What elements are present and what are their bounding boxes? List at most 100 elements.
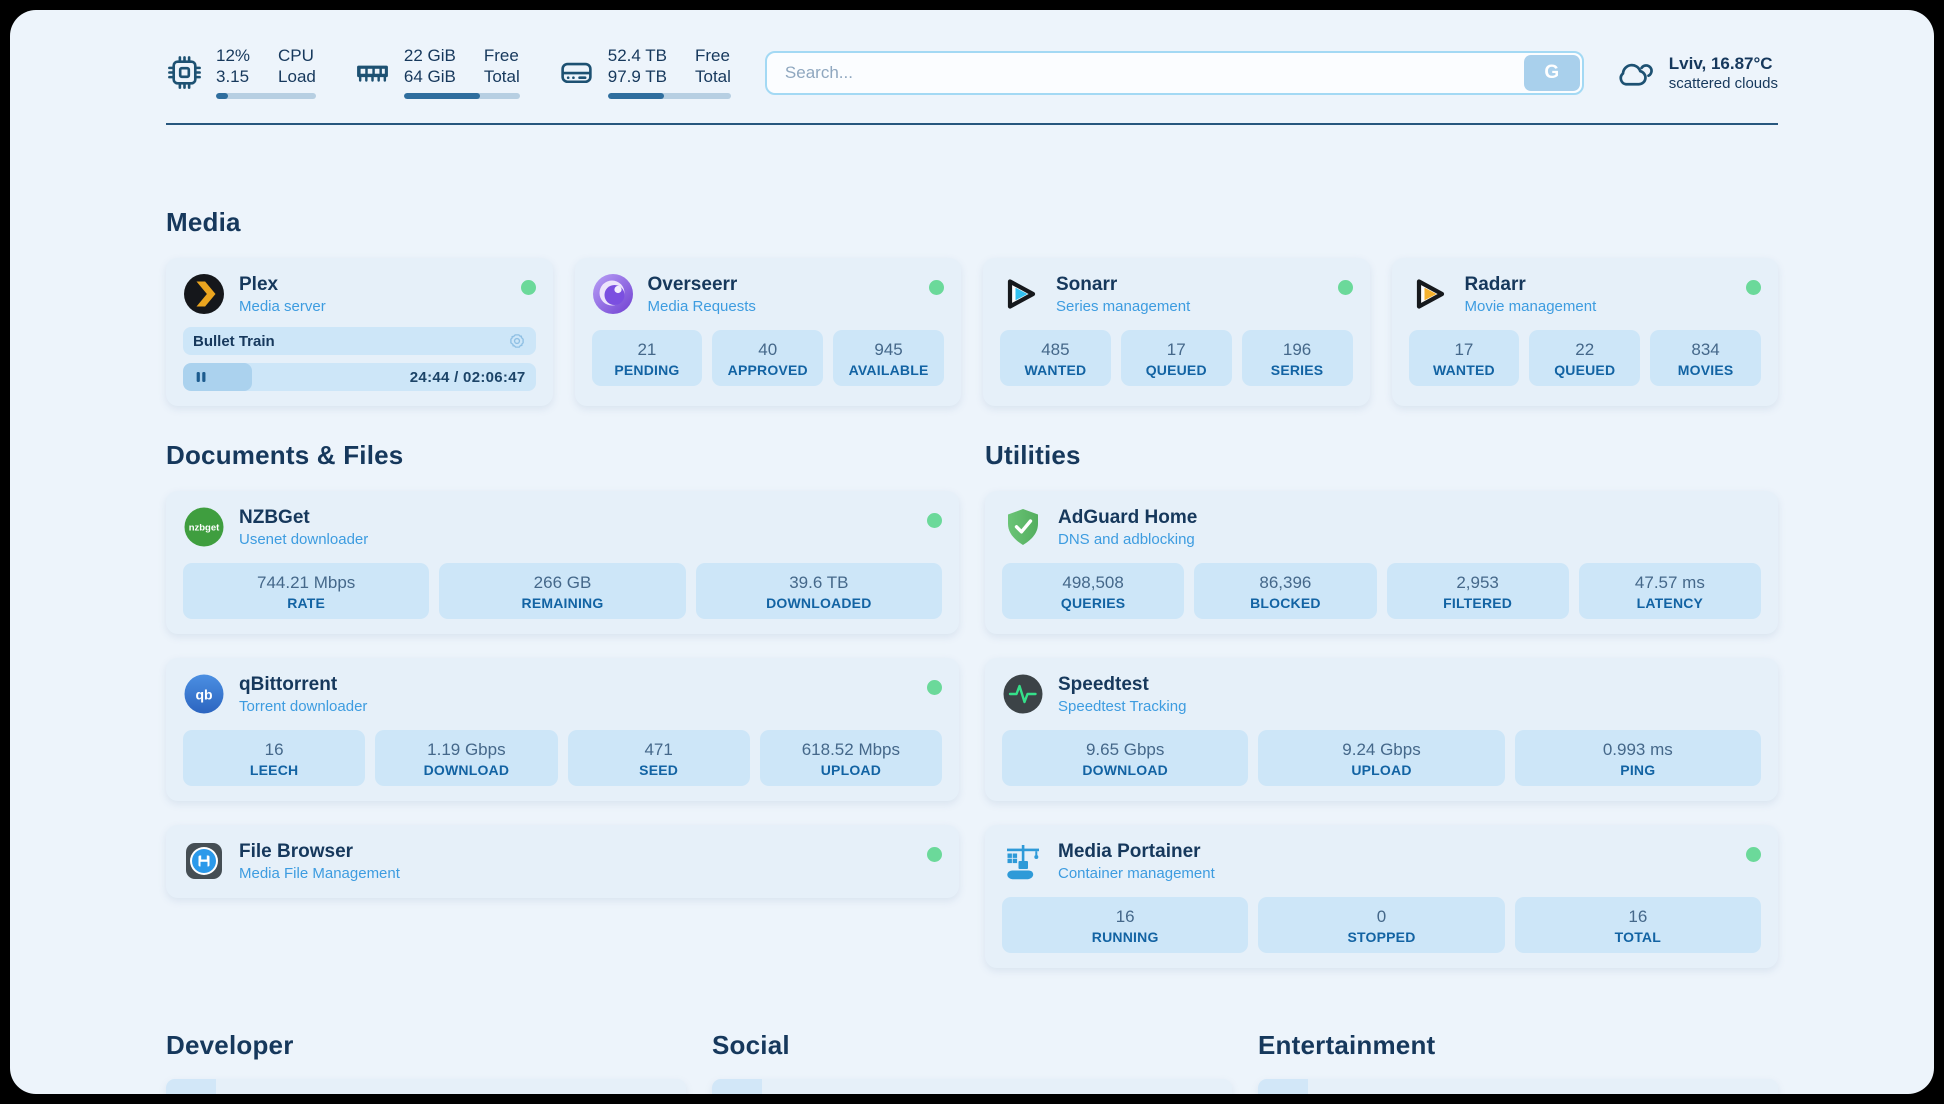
stat-tile: 744.21 Mbps RATE [183,563,429,619]
section-title-social: Social [712,1030,1232,1061]
stat-label: QUEUED [1125,362,1228,378]
weather-widget[interactable]: Lviv, 16.87°C scattered clouds [1614,53,1778,93]
search-input[interactable] [765,51,1584,95]
stat-tile: 17 WANTED [1409,330,1520,386]
app-name: Media Portainer [1058,840,1215,863]
bookmark-abbr: GH [166,1079,216,1094]
section-entertainment: Entertainment YT YouTube youtube.com NF … [1258,1030,1778,1094]
stat-label: DOWNLOAD [379,762,553,778]
status-dot [927,680,942,695]
stat-tile: 22 QUEUED [1529,330,1640,386]
header-divider [166,123,1778,125]
bookmark-abbr: LI [712,1079,762,1094]
section-title-developer: Developer [166,1030,686,1061]
stat-value: 485 [1004,339,1107,360]
app-card-overseerr[interactable]: Overseerr Media Requests 21 PENDING 40 A… [575,258,962,406]
ram-progress-fill [404,93,480,99]
app-card-nzbget[interactable]: nzbget NZBGet Usenet downloader 744.21 M… [166,491,959,634]
stat-value: 266 GB [443,572,681,593]
status-dot [929,280,944,295]
disk-stat: 52.4 TB Free 97.9 TB Total [558,46,731,99]
section-developer: Developer GH Github github.com SO StackO… [166,1030,686,1094]
qbittorrent-icon: qb [183,673,225,715]
section-title-media: Media [166,207,1778,238]
app-card-adguard[interactable]: AdGuard Home DNS and adblocking 498,508 … [985,491,1778,634]
stat-tile: 86,396 BLOCKED [1194,563,1376,619]
stat-label: PING [1519,762,1757,778]
search-container: G [765,51,1584,95]
section-media: Media Plex Media server Bullet Train [166,207,1778,406]
stat-value: 17 [1413,339,1516,360]
bookmark-youtube[interactable]: YT YouTube youtube.com [1258,1079,1778,1094]
stat-value: 744.21 Mbps [187,572,425,593]
app-name: Plex [239,273,326,296]
stat-tile: 196 SERIES [1242,330,1353,386]
search-engine-button[interactable]: G [1524,55,1580,91]
stat-value: 945 [837,339,940,360]
cpu-icon [166,54,203,91]
stat-value: 834 [1654,339,1757,360]
stat-label: DOWNLOAD [1006,762,1244,778]
stat-label: UPLOAD [1262,762,1500,778]
plex-icon [183,273,225,315]
top-bar: 12% CPU 3.15 Load [166,46,1778,99]
app-subtitle: Media Requests [648,298,756,316]
cpu-stat: 12% CPU 3.15 Load [166,46,316,99]
stat-label: UPLOAD [764,762,938,778]
stat-label: QUERIES [1006,595,1180,611]
stat-value: 16 [187,739,361,760]
stat-tile: 21 PENDING [592,330,703,386]
app-card-sonarr[interactable]: Sonarr Series management 485 WANTED 17 Q… [983,258,1370,406]
stat-value: 498,508 [1006,572,1180,593]
status-dot [521,280,536,295]
stat-value: 2,953 [1391,572,1565,593]
playback-progress: 24:44 / 02:06:47 [183,363,536,391]
app-subtitle: Series management [1056,298,1190,316]
app-name: qBittorrent [239,673,367,696]
stat-tile: 9.24 Gbps UPLOAD [1258,730,1504,786]
stat-label: MOVIES [1654,362,1757,378]
bookmark-abbr: YT [1258,1079,1308,1094]
section-documents: Documents & Files nzbget NZBGet Usenet d… [166,440,959,968]
disk-progress-bar [608,93,731,99]
app-card-filebrowser[interactable]: File Browser Media File Management [166,825,959,898]
stat-label: SERIES [1246,362,1349,378]
stat-tile: 16 RUNNING [1002,897,1248,953]
playback-time: 24:44 / 02:06:47 [410,369,526,386]
overseerr-icon [592,273,634,315]
stat-value: 9.65 Gbps [1006,739,1244,760]
stat-label: BLOCKED [1198,595,1372,611]
stat-label: LATENCY [1583,595,1757,611]
stat-label: FILTERED [1391,595,1565,611]
cloud-icon [1614,55,1656,91]
now-playing-row: Bullet Train [183,327,536,355]
stat-label: RUNNING [1006,929,1244,945]
app-subtitle: Media server [239,298,326,316]
app-card-radarr[interactable]: Radarr Movie management 17 WANTED 22 QUE… [1392,258,1779,406]
pause-icon[interactable] [193,369,209,385]
bookmark-linkedin[interactable]: LI LinkedIn linkedin.com [712,1079,1232,1094]
app-card-speedtest[interactable]: Speedtest Speedtest Tracking 9.65 Gbps D… [985,658,1778,801]
bookmark-github[interactable]: GH Github github.com [166,1079,686,1094]
radarr-icon [1409,273,1451,315]
app-name: Overseerr [648,273,756,296]
app-card-portainer[interactable]: Media Portainer Container management 16 … [985,825,1778,968]
stat-tile: 2,953 FILTERED [1387,563,1569,619]
ram-stat: 22 GiB Free 64 GiB Total [354,46,520,99]
svg-text:qb: qb [195,687,212,703]
stat-tile: 498,508 QUERIES [1002,563,1184,619]
status-dot [1338,280,1353,295]
app-name: Sonarr [1056,273,1190,296]
stat-label: TOTAL [1519,929,1757,945]
stat-label: STOPPED [1262,929,1500,945]
session-settings-icon[interactable] [508,332,526,350]
system-stats: 12% CPU 3.15 Load [166,46,731,99]
stat-tile: 16 LEECH [183,730,365,786]
stat-tile: 485 WANTED [1000,330,1111,386]
ram-free-label: Free [484,46,520,66]
filebrowser-icon [183,840,225,882]
stat-value: 47.57 ms [1583,572,1757,593]
app-card-plex[interactable]: Plex Media server Bullet Train [166,258,553,406]
app-subtitle: Media File Management [239,865,400,883]
app-card-qbittorrent[interactable]: qb qBittorrent Torrent downloader 16 LEE… [166,658,959,801]
